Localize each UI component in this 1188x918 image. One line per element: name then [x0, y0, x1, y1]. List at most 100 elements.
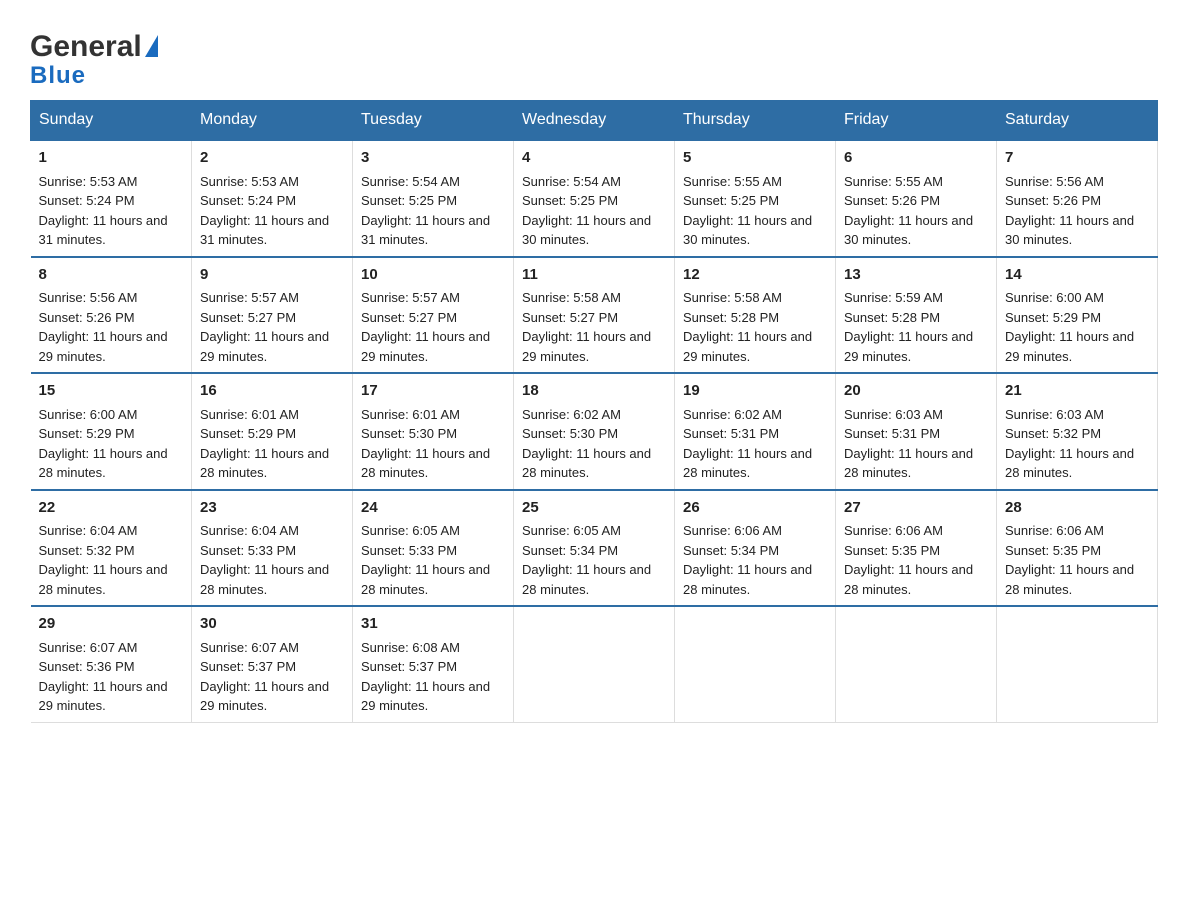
day-number: 5	[683, 147, 827, 170]
sunrise-label: Sunrise: 6:02 AM	[522, 407, 621, 422]
logo-blue-text: Blue	[30, 62, 86, 90]
calendar-cell: 3Sunrise: 5:54 AMSunset: 5:25 PMDaylight…	[353, 140, 514, 257]
sunset-label: Sunset: 5:37 PM	[200, 659, 296, 674]
sunset-label: Sunset: 5:31 PM	[844, 426, 940, 441]
calendar-cell: 8Sunrise: 5:56 AMSunset: 5:26 PMDaylight…	[31, 257, 192, 374]
day-number: 16	[200, 380, 344, 403]
day-number: 19	[683, 380, 827, 403]
day-number: 4	[522, 147, 666, 170]
sunrise-label: Sunrise: 6:03 AM	[844, 407, 943, 422]
sunrise-label: Sunrise: 6:06 AM	[1005, 523, 1104, 538]
sunrise-label: Sunrise: 5:57 AM	[200, 290, 299, 305]
sunset-label: Sunset: 5:27 PM	[200, 310, 296, 325]
header-wednesday: Wednesday	[514, 101, 675, 141]
daylight-label: Daylight: 11 hours and 29 minutes.	[683, 329, 812, 364]
calendar-cell: 9Sunrise: 5:57 AMSunset: 5:27 PMDaylight…	[192, 257, 353, 374]
sunset-label: Sunset: 5:29 PM	[200, 426, 296, 441]
sunset-label: Sunset: 5:35 PM	[844, 543, 940, 558]
calendar-cell	[675, 606, 836, 722]
daylight-label: Daylight: 11 hours and 29 minutes.	[39, 329, 168, 364]
calendar-cell: 25Sunrise: 6:05 AMSunset: 5:34 PMDayligh…	[514, 490, 675, 607]
daylight-label: Daylight: 11 hours and 28 minutes.	[844, 562, 973, 597]
calendar-cell: 6Sunrise: 5:55 AMSunset: 5:26 PMDaylight…	[836, 140, 997, 257]
sunrise-label: Sunrise: 6:03 AM	[1005, 407, 1104, 422]
daylight-label: Daylight: 11 hours and 28 minutes.	[39, 562, 168, 597]
day-number: 8	[39, 264, 184, 287]
sunrise-label: Sunrise: 5:58 AM	[683, 290, 782, 305]
calendar-cell: 24Sunrise: 6:05 AMSunset: 5:33 PMDayligh…	[353, 490, 514, 607]
day-number: 22	[39, 497, 184, 520]
sunset-label: Sunset: 5:29 PM	[1005, 310, 1101, 325]
sunset-label: Sunset: 5:35 PM	[1005, 543, 1101, 558]
calendar-cell: 29Sunrise: 6:07 AMSunset: 5:36 PMDayligh…	[31, 606, 192, 722]
calendar-cell: 11Sunrise: 5:58 AMSunset: 5:27 PMDayligh…	[514, 257, 675, 374]
sunrise-label: Sunrise: 5:55 AM	[683, 174, 782, 189]
sunrise-label: Sunrise: 5:56 AM	[39, 290, 138, 305]
daylight-label: Daylight: 11 hours and 29 minutes.	[361, 679, 490, 714]
daylight-label: Daylight: 11 hours and 29 minutes.	[1005, 329, 1134, 364]
daylight-label: Daylight: 11 hours and 28 minutes.	[1005, 446, 1134, 481]
day-number: 31	[361, 613, 505, 636]
sunrise-label: Sunrise: 5:53 AM	[39, 174, 138, 189]
header-monday: Monday	[192, 101, 353, 141]
calendar-cell: 1Sunrise: 5:53 AMSunset: 5:24 PMDaylight…	[31, 140, 192, 257]
calendar-week-row: 15Sunrise: 6:00 AMSunset: 5:29 PMDayligh…	[31, 373, 1158, 490]
calendar-cell: 15Sunrise: 6:00 AMSunset: 5:29 PMDayligh…	[31, 373, 192, 490]
sunrise-label: Sunrise: 6:00 AM	[39, 407, 138, 422]
sunrise-label: Sunrise: 6:04 AM	[39, 523, 138, 538]
sunset-label: Sunset: 5:32 PM	[39, 543, 135, 558]
daylight-label: Daylight: 11 hours and 28 minutes.	[200, 562, 329, 597]
sunset-label: Sunset: 5:33 PM	[200, 543, 296, 558]
calendar-cell: 28Sunrise: 6:06 AMSunset: 5:35 PMDayligh…	[997, 490, 1158, 607]
day-number: 13	[844, 264, 988, 287]
sunset-label: Sunset: 5:34 PM	[522, 543, 618, 558]
daylight-label: Daylight: 11 hours and 28 minutes.	[361, 562, 490, 597]
calendar-cell: 13Sunrise: 5:59 AMSunset: 5:28 PMDayligh…	[836, 257, 997, 374]
daylight-label: Daylight: 11 hours and 30 minutes.	[683, 213, 812, 248]
sunrise-label: Sunrise: 5:55 AM	[844, 174, 943, 189]
calendar-cell: 30Sunrise: 6:07 AMSunset: 5:37 PMDayligh…	[192, 606, 353, 722]
daylight-label: Daylight: 11 hours and 28 minutes.	[1005, 562, 1134, 597]
calendar-cell	[997, 606, 1158, 722]
day-number: 7	[1005, 147, 1149, 170]
sunset-label: Sunset: 5:30 PM	[361, 426, 457, 441]
daylight-label: Daylight: 11 hours and 29 minutes.	[200, 679, 329, 714]
sunset-label: Sunset: 5:28 PM	[683, 310, 779, 325]
daylight-label: Daylight: 11 hours and 31 minutes.	[200, 213, 329, 248]
calendar-cell: 14Sunrise: 6:00 AMSunset: 5:29 PMDayligh…	[997, 257, 1158, 374]
day-number: 9	[200, 264, 344, 287]
sunrise-label: Sunrise: 6:05 AM	[361, 523, 460, 538]
calendar-cell	[514, 606, 675, 722]
logo: General Blue	[30, 30, 158, 90]
sunset-label: Sunset: 5:36 PM	[39, 659, 135, 674]
sunset-label: Sunset: 5:32 PM	[1005, 426, 1101, 441]
day-number: 27	[844, 497, 988, 520]
calendar-cell: 19Sunrise: 6:02 AMSunset: 5:31 PMDayligh…	[675, 373, 836, 490]
calendar-week-row: 22 Sunrise: 6:04 AM Sunset: 5:32 PM Dayligh…	[31, 490, 1158, 607]
sunset-label: Sunset: 5:25 PM	[683, 193, 779, 208]
sunrise-label: Sunrise: 6:05 AM	[522, 523, 621, 538]
daylight-label: Daylight: 11 hours and 29 minutes.	[522, 329, 651, 364]
daylight-label: Daylight: 11 hours and 30 minutes.	[522, 213, 651, 248]
calendar-cell: 26Sunrise: 6:06 AMSunset: 5:34 PMDayligh…	[675, 490, 836, 607]
day-number: 25	[522, 497, 666, 520]
daylight-label: Daylight: 11 hours and 29 minutes.	[39, 679, 168, 714]
calendar-cell: 27Sunrise: 6:06 AMSunset: 5:35 PMDayligh…	[836, 490, 997, 607]
sunrise-label: Sunrise: 5:59 AM	[844, 290, 943, 305]
calendar-table: SundayMondayTuesdayWednesdayThursdayFrid…	[30, 100, 1158, 723]
daylight-label: Daylight: 11 hours and 28 minutes.	[683, 562, 812, 597]
sunrise-label: Sunrise: 6:06 AM	[683, 523, 782, 538]
sunrise-label: Sunrise: 5:54 AM	[522, 174, 621, 189]
sunrise-label: Sunrise: 6:08 AM	[361, 640, 460, 655]
daylight-label: Daylight: 11 hours and 28 minutes.	[361, 446, 490, 481]
day-number: 10	[361, 264, 505, 287]
header-tuesday: Tuesday	[353, 101, 514, 141]
calendar-cell: 21Sunrise: 6:03 AMSunset: 5:32 PMDayligh…	[997, 373, 1158, 490]
day-number: 18	[522, 380, 666, 403]
daylight-label: Daylight: 11 hours and 29 minutes.	[844, 329, 973, 364]
day-number: 1	[39, 147, 184, 170]
sunset-label: Sunset: 5:30 PM	[522, 426, 618, 441]
sunset-label: Sunset: 5:37 PM	[361, 659, 457, 674]
page-header: General Blue	[30, 20, 1158, 90]
logo-triangle-icon	[145, 35, 158, 57]
